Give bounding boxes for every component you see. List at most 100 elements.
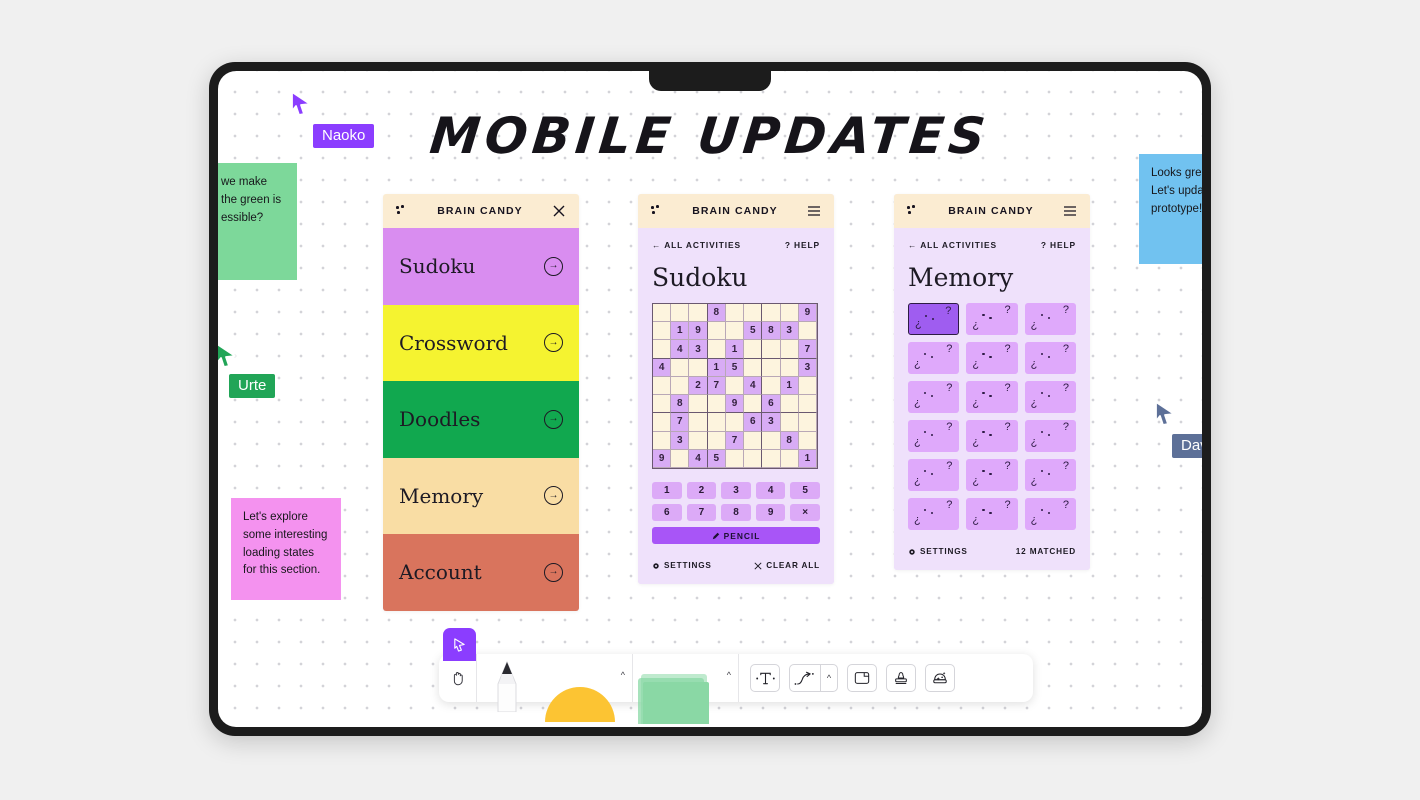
numpad-key-×[interactable]: × xyxy=(790,504,820,521)
select-tool-button[interactable] xyxy=(443,628,476,661)
frame-tool-button[interactable] xyxy=(847,664,877,692)
chevron-up-icon[interactable]: ^ xyxy=(727,670,731,680)
sudoku-cell[interactable] xyxy=(744,340,763,359)
sudoku-cell[interactable] xyxy=(780,358,799,377)
memory-card-grid[interactable]: ¿? ¿? ¿? ¿? ¿? ¿? ¿? ¿? ¿? ¿? ¿? ¿? ¿? ¿? ¿? ¿? ¿? ¿? xyxy=(908,303,1076,530)
sudoku-cell[interactable]: 1 xyxy=(671,322,690,341)
numpad-key-2[interactable]: 2 xyxy=(686,482,717,499)
sudoku-cell[interactable] xyxy=(780,340,799,359)
chevron-up-icon[interactable]: ^ xyxy=(621,670,625,680)
sudoku-cell[interactable] xyxy=(653,431,672,450)
activity-row-sudoku[interactable]: Sudoku → xyxy=(383,228,579,305)
sudoku-cell[interactable] xyxy=(725,413,745,432)
sudoku-cell[interactable]: 5 xyxy=(744,322,763,341)
sudoku-cell[interactable] xyxy=(744,395,763,414)
memory-card[interactable]: ¿? xyxy=(908,420,960,452)
sudoku-cell[interactable]: 7 xyxy=(725,431,745,450)
sudoku-cell[interactable] xyxy=(762,431,781,450)
sudoku-cell[interactable]: 9 xyxy=(653,449,672,468)
numpad-key-1[interactable]: 1 xyxy=(652,482,682,499)
numpad-key-6[interactable]: 6 xyxy=(652,504,682,521)
sudoku-cell[interactable] xyxy=(671,449,690,468)
arrow-right-icon[interactable]: → xyxy=(544,486,563,506)
memory-card[interactable]: ¿? xyxy=(1024,342,1076,374)
sudoku-cell[interactable] xyxy=(762,340,781,359)
help-link[interactable]: ? HELP xyxy=(785,240,820,250)
sudoku-cell[interactable] xyxy=(762,449,781,468)
sudoku-numpad[interactable]: 1 2 3 4 5 6 7 8 9 × xyxy=(652,482,820,521)
sudoku-cell[interactable]: 4 xyxy=(671,340,690,359)
pencil-button[interactable]: PENCIL xyxy=(652,527,820,544)
sudoku-cell[interactable] xyxy=(671,304,690,323)
memory-card[interactable]: ¿? xyxy=(966,459,1018,491)
phone-mockup-activity-list[interactable]: BRAIN CANDY Sudoku → Crossword → Doodles → Mem… xyxy=(383,194,579,611)
arrow-right-icon[interactable]: → xyxy=(544,409,563,429)
sudoku-cell[interactable] xyxy=(744,449,763,468)
memory-card[interactable]: ¿? xyxy=(908,498,960,530)
sudoku-cell[interactable]: 4 xyxy=(689,449,708,468)
sudoku-cell[interactable] xyxy=(798,395,817,414)
close-icon[interactable] xyxy=(552,204,566,218)
sudoku-cell[interactable]: 7 xyxy=(671,413,690,432)
sudoku-cell[interactable]: 1 xyxy=(725,340,745,359)
sudoku-cell[interactable] xyxy=(762,376,781,396)
sudoku-cell[interactable]: 3 xyxy=(798,358,817,377)
sudoku-cell[interactable]: 1 xyxy=(707,358,726,377)
connector-options-button[interactable]: ^ xyxy=(821,665,837,691)
sudoku-cell[interactable] xyxy=(689,304,708,323)
sudoku-cell[interactable] xyxy=(798,413,817,432)
sudoku-cell[interactable] xyxy=(689,413,708,432)
sudoku-cell[interactable] xyxy=(707,340,726,359)
numpad-key-8[interactable]: 8 xyxy=(721,504,751,521)
activity-row-doodles[interactable]: Doodles → xyxy=(383,381,579,458)
sudoku-cell[interactable] xyxy=(780,413,799,432)
numpad-key-9[interactable]: 9 xyxy=(755,504,786,521)
whiteboard-canvas[interactable]: MOBILE UPDATES we make the green is essi… xyxy=(218,71,1202,727)
sudoku-cell[interactable] xyxy=(744,431,763,450)
pen-tool-button[interactable] xyxy=(477,654,537,712)
sudoku-cell[interactable] xyxy=(689,358,708,377)
sudoku-cell[interactable] xyxy=(725,304,745,323)
numpad-key-5[interactable]: 5 xyxy=(790,482,820,499)
phone-mockup-sudoku[interactable]: BRAIN CANDY ← ALL ACTIVITIES ? HELP Sudo… xyxy=(638,194,834,584)
sudoku-cell[interactable]: 4 xyxy=(744,376,763,396)
help-link[interactable]: ? HELP xyxy=(1041,240,1076,250)
sticker-tool-button[interactable] xyxy=(925,664,955,692)
connector-tool-group[interactable]: ^ xyxy=(789,664,838,692)
sudoku-cell[interactable]: 3 xyxy=(689,340,708,359)
hamburger-icon[interactable] xyxy=(1063,204,1077,218)
sudoku-cell[interactable]: 5 xyxy=(725,358,745,377)
sudoku-cell[interactable] xyxy=(653,322,672,341)
sudoku-cell[interactable] xyxy=(653,376,672,396)
memory-card[interactable]: ¿? xyxy=(1024,420,1076,452)
hamburger-icon[interactable] xyxy=(807,204,821,218)
sudoku-cell[interactable]: 8 xyxy=(780,431,799,450)
activity-row-crossword[interactable]: Crossword → xyxy=(383,304,579,381)
memory-card[interactable]: ¿? xyxy=(908,303,960,335)
whiteboard-toolbar[interactable]: ^ ^ ^ xyxy=(439,628,1033,724)
arrow-right-icon[interactable]: → xyxy=(544,562,563,582)
back-to-activities-link[interactable]: ← ALL ACTIVITIES xyxy=(908,240,997,250)
arrow-right-icon[interactable]: → xyxy=(544,333,563,353)
text-tool-button[interactable] xyxy=(750,664,780,692)
memory-card[interactable]: ¿? xyxy=(966,420,1018,452)
memory-card[interactable]: ¿? xyxy=(1024,381,1076,413)
connector-tool-button[interactable] xyxy=(790,665,820,691)
marker-tool-button[interactable]: ^ xyxy=(537,654,632,722)
sudoku-cell[interactable]: 9 xyxy=(798,304,817,323)
stamp-tool-button[interactable] xyxy=(886,664,916,692)
sudoku-cell[interactable]: 4 xyxy=(653,358,672,377)
memory-card[interactable]: ¿? xyxy=(908,459,960,491)
activity-row-memory[interactable]: Memory → xyxy=(383,457,579,534)
sudoku-cell[interactable] xyxy=(653,304,672,323)
sudoku-cell[interactable]: 8 xyxy=(707,304,726,323)
memory-card[interactable]: ¿? xyxy=(966,498,1018,530)
sudoku-cell[interactable] xyxy=(725,376,745,396)
memory-card[interactable]: ¿? xyxy=(908,342,960,374)
sudoku-cell[interactable]: 5 xyxy=(707,449,726,468)
sudoku-cell[interactable] xyxy=(707,413,726,432)
sudoku-cell[interactable] xyxy=(744,358,763,377)
sudoku-cell[interactable] xyxy=(762,358,781,377)
sudoku-cell[interactable]: 1 xyxy=(798,449,817,468)
activity-row-account[interactable]: Account → xyxy=(383,534,579,611)
